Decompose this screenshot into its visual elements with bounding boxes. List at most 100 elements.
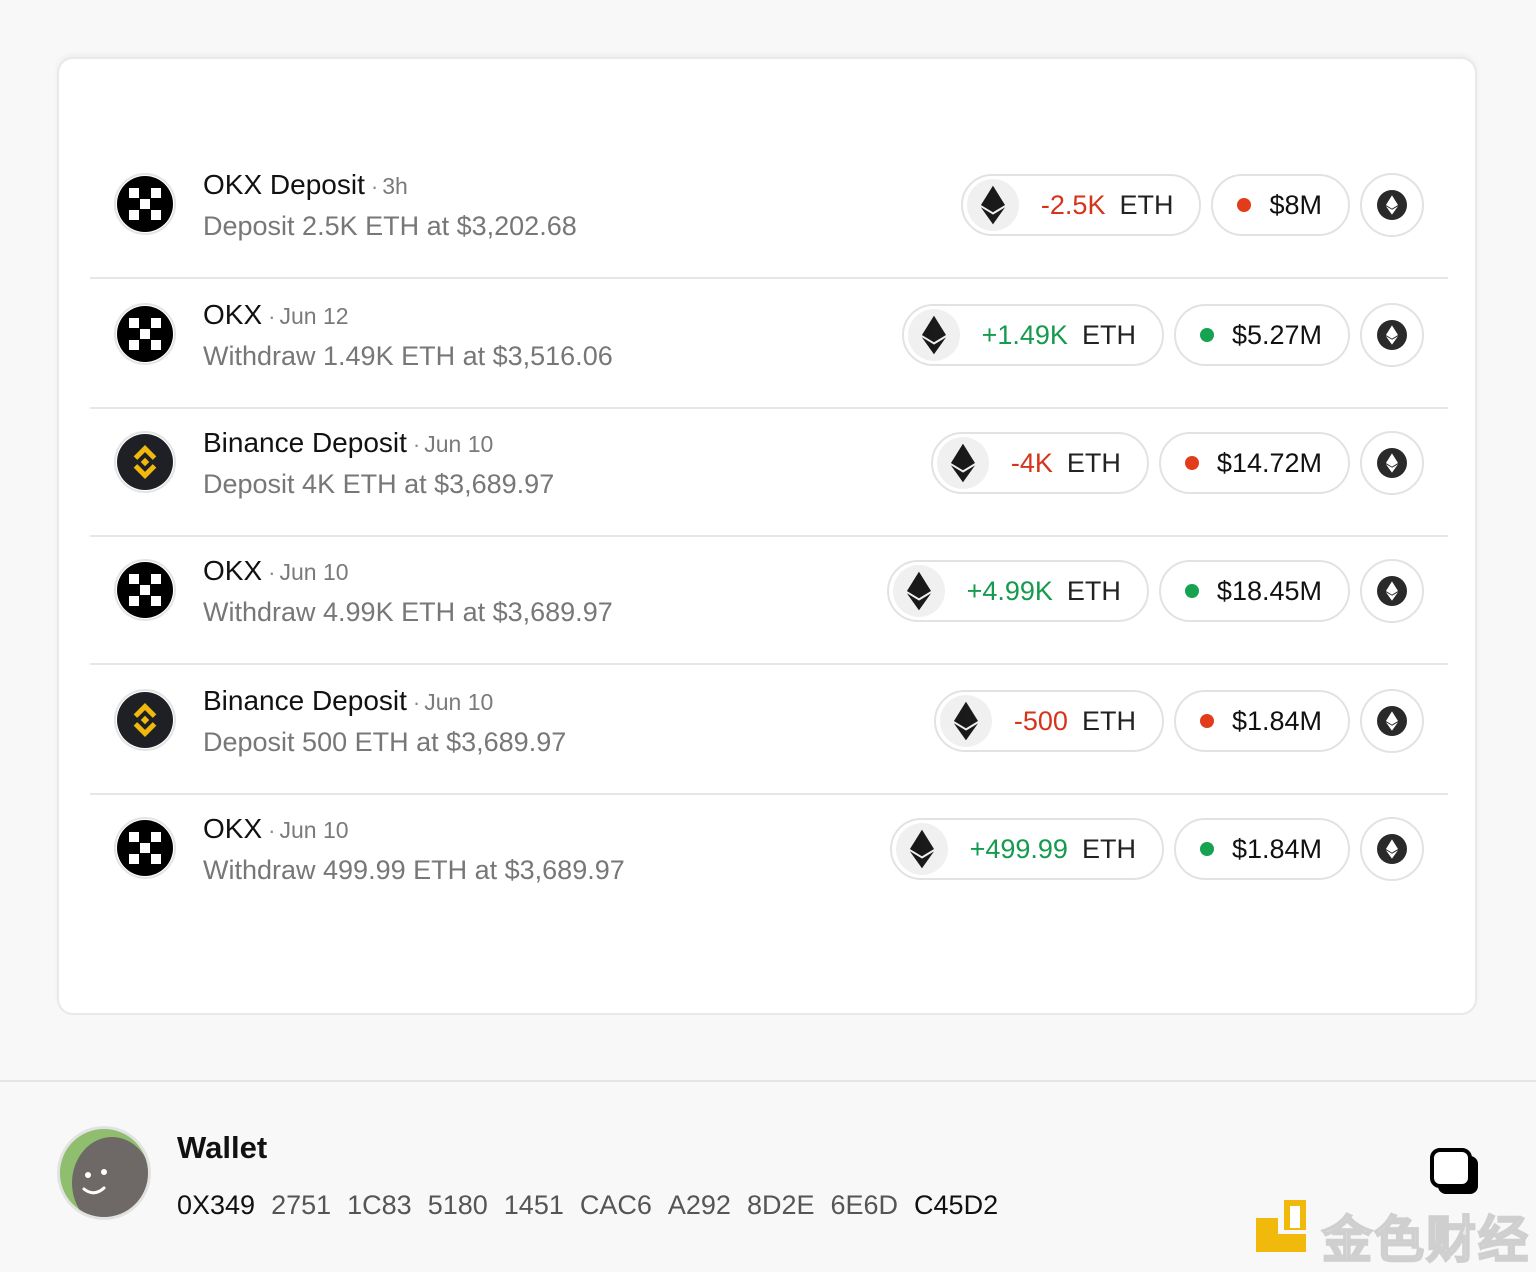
avatar-face-icon [60, 1129, 148, 1217]
transaction-description: Deposit 4K ETH at $3,689.97 [203, 469, 555, 499]
transaction-row[interactable]: OKX · Jun 10 Withdraw 4.99K ETH at $3,689.… [90, 537, 1448, 665]
transaction-title[interactable]: Binance Deposit [203, 685, 407, 716]
transaction-row[interactable]: OKX Deposit · 3h Deposit 2.5K ETH at $3,20… [90, 151, 1448, 279]
chain-button[interactable] [1360, 559, 1424, 623]
transaction-title[interactable]: OKX Deposit [203, 169, 365, 200]
transaction-pills: +4.99K ETH $18.45M [886, 559, 1424, 623]
watermark-text: 金色财经 [1321, 1210, 1530, 1270]
copy-icon[interactable] [1430, 1148, 1482, 1198]
usd-value: $5.27M [1231, 319, 1322, 350]
ethereum-icon [939, 695, 992, 747]
eth-amount-pill[interactable]: +499.99 ETH [889, 818, 1164, 880]
status-dot [1199, 714, 1214, 728]
transaction-title-line: OKX · Jun 10 [203, 813, 349, 845]
chain-button[interactable] [1360, 817, 1424, 881]
eth-unit: ETH [1066, 447, 1121, 478]
title-separator: · [268, 560, 276, 585]
transaction-time: Jun 10 [424, 431, 494, 457]
eth-amount-pill[interactable]: -4K ETH [930, 432, 1149, 494]
transaction-pills: -2.5K ETH $8M [960, 173, 1424, 237]
address-group: 0X349 [177, 1190, 256, 1220]
usd-value-pill[interactable]: $1.84M [1173, 818, 1350, 880]
transaction-time: Jun 12 [279, 303, 349, 329]
chain-button[interactable] [1360, 689, 1424, 753]
usd-value-pill[interactable]: $14.72M [1158, 432, 1350, 494]
address-group: 1451 [503, 1190, 564, 1220]
ethereum-icon [936, 437, 989, 489]
address-group: 2751 [271, 1190, 332, 1220]
eth-amount-pill[interactable]: -2.5K ETH [960, 174, 1202, 236]
address-group: A292 [667, 1190, 731, 1220]
transaction-row[interactable]: Binance Deposit · Jun 10 Deposit 500 ETH a… [90, 667, 1448, 795]
transaction-row[interactable]: Binance Deposit · Jun 10 Deposit 4K ETH at… [90, 409, 1448, 537]
chain-button[interactable] [1360, 303, 1424, 367]
transaction-description: Withdraw 499.99 ETH at $3,689.97 [203, 855, 625, 885]
status-dot [1199, 328, 1214, 342]
transaction-time: Jun 10 [279, 559, 349, 585]
transaction-title-line: OKX Deposit · 3h [203, 169, 408, 201]
transaction-title[interactable]: Binance Deposit [203, 427, 407, 458]
title-separator: · [268, 304, 276, 329]
transaction-pills: -4K ETH $14.72M [930, 431, 1424, 495]
ethereum-chain-icon [1377, 834, 1407, 864]
address-group: 1C83 [347, 1190, 412, 1220]
transaction-row[interactable]: OKX · Jun 12 Withdraw 1.49K ETH at $3,516.… [90, 281, 1448, 409]
eth-unit: ETH [1119, 189, 1174, 220]
ethereum-icon [907, 309, 960, 361]
eth-amount-pill[interactable]: -500 ETH [933, 690, 1164, 752]
eth-amount: +4.99K [966, 575, 1053, 606]
okx-logo-icon [114, 559, 176, 621]
transaction-title[interactable]: OKX [203, 813, 262, 844]
title-separator: · [370, 174, 379, 199]
title-separator: · [412, 432, 421, 457]
status-dot [1237, 198, 1252, 212]
row-divider [90, 663, 1448, 665]
chain-button[interactable] [1360, 173, 1424, 237]
transaction-title-line: Binance Deposit · Jun 10 [203, 427, 493, 459]
ethereum-chain-icon [1377, 320, 1407, 350]
transaction-row[interactable]: OKX · Jun 10 Withdraw 499.99 ETH at $3,689… [90, 795, 1448, 923]
transaction-description: Deposit 2.5K ETH at $3,202.68 [203, 211, 577, 241]
address-group: 6E6D [830, 1190, 899, 1220]
eth-unit: ETH [1081, 319, 1136, 350]
eth-amount: -500 [1013, 705, 1068, 736]
transaction-time: Jun 10 [424, 689, 494, 715]
eth-amount: +499.99 [969, 833, 1068, 864]
transaction-description: Withdraw 1.49K ETH at $3,516.06 [203, 341, 613, 371]
chain-button[interactable] [1360, 431, 1424, 495]
transaction-title[interactable]: OKX [203, 299, 262, 330]
transaction-title-line: Binance Deposit · Jun 10 [203, 685, 493, 717]
address-group: 8D2E [746, 1190, 815, 1220]
ethereum-chain-icon [1377, 190, 1407, 220]
wallet-address[interactable]: 0X349 2751 1C83 5180 1451 CAC6 A292 8D2E 6E6D C45… [177, 1190, 1014, 1221]
ethereum-chain-icon [1377, 576, 1407, 606]
transaction-pills: -500 ETH $1.84M [933, 689, 1424, 753]
usd-value-pill[interactable]: $18.45M [1158, 560, 1350, 622]
transaction-description: Withdraw 4.99K ETH at $3,689.97 [203, 597, 613, 627]
transaction-pills: +1.49K ETH $5.27M [901, 303, 1424, 367]
ethereum-chain-icon [1377, 706, 1407, 736]
usd-value-pill[interactable]: $1.84M [1173, 690, 1350, 752]
eth-amount: -4K [1010, 447, 1053, 478]
footer-divider [0, 1080, 1536, 1082]
eth-amount: -2.5K [1040, 189, 1106, 220]
usd-value-pill[interactable]: $8M [1211, 174, 1350, 236]
usd-value: $14.72M [1216, 447, 1322, 478]
transaction-pills: +499.99 ETH $1.84M [889, 817, 1424, 881]
transactions-card: OKX Deposit · 3h Deposit 2.5K ETH at $3,20… [57, 57, 1477, 1015]
usd-value-pill[interactable]: $5.27M [1173, 304, 1350, 366]
address-group: CAC6 [579, 1190, 652, 1220]
usd-value: $1.84M [1231, 705, 1322, 736]
transaction-title[interactable]: OKX [203, 555, 262, 586]
eth-unit: ETH [1081, 833, 1136, 864]
ethereum-icon [895, 823, 948, 875]
ethereum-chain-icon [1377, 448, 1407, 478]
eth-amount-pill[interactable]: +1.49K ETH [901, 304, 1164, 366]
eth-unit: ETH [1066, 575, 1121, 606]
okx-logo-icon [114, 303, 176, 365]
ethereum-icon [966, 179, 1019, 231]
eth-amount-pill[interactable]: +4.99K ETH [886, 560, 1149, 622]
usd-value: $18.45M [1216, 575, 1322, 606]
wallet-avatar[interactable] [57, 1126, 151, 1220]
binance-logo-icon [114, 431, 176, 493]
